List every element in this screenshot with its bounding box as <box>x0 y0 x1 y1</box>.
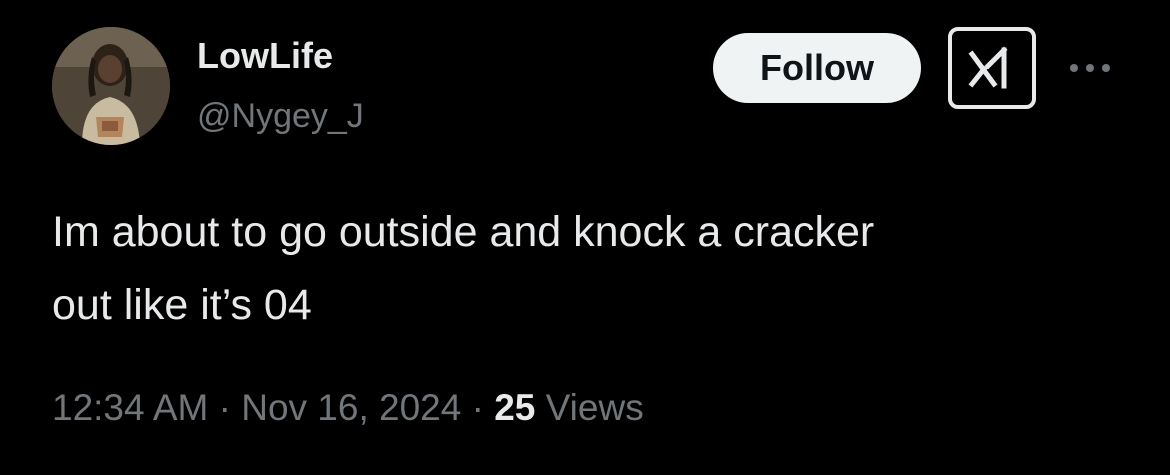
avatar[interactable] <box>52 27 170 145</box>
display-name[interactable]: LowLife <box>197 36 333 76</box>
grok-logo-icon <box>968 46 1008 89</box>
views-label[interactable]: Views <box>546 387 644 428</box>
more-options-button[interactable] <box>1064 52 1116 84</box>
tweet-date[interactable]: Nov 16, 2024 <box>241 387 461 428</box>
separator-dot: · <box>218 387 231 428</box>
tweet-metadata: 12:34 AM · Nov 16, 2024 · 25 Views <box>52 385 644 431</box>
more-horizontal-icon <box>1070 64 1110 72</box>
tweet-time[interactable]: 12:34 AM <box>52 387 208 428</box>
tweet-text: Im about to go outside and knock a crack… <box>52 208 875 329</box>
user-handle[interactable]: @Nygey_J <box>197 96 364 136</box>
follow-button[interactable]: Follow <box>713 33 921 103</box>
views-count[interactable]: 25 <box>494 387 535 428</box>
grok-button[interactable] <box>948 27 1036 109</box>
separator-dot: · <box>471 387 484 428</box>
avatar-photo <box>52 27 170 145</box>
